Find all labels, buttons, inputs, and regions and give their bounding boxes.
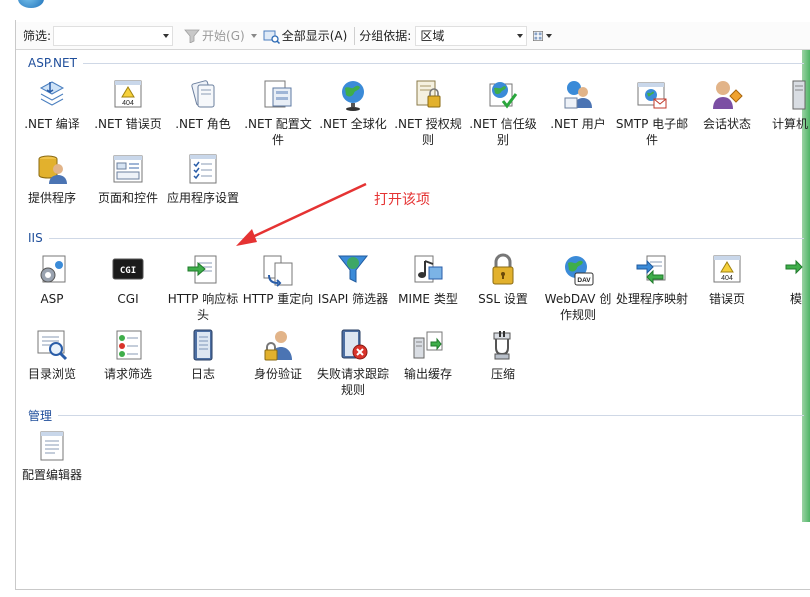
annotation-arrow-icon	[236, 182, 367, 246]
annotation-text: 打开该项	[374, 192, 430, 208]
